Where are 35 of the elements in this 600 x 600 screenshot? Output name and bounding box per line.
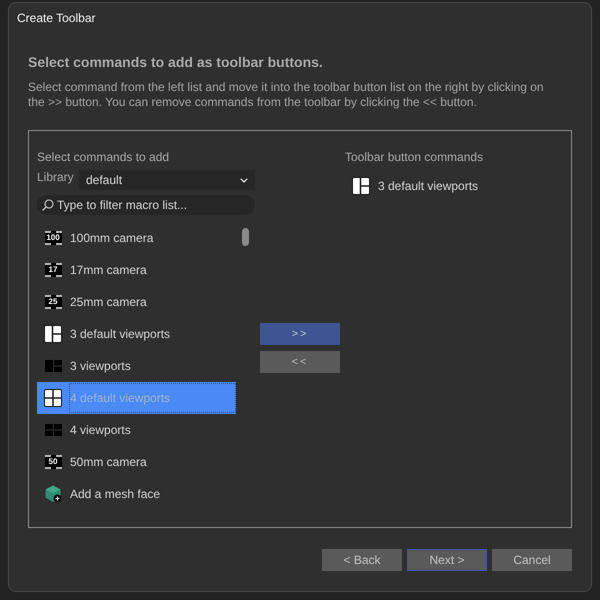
toolbar-command-item[interactable]: 3 default viewports: [345, 176, 482, 196]
scrollbar-thumb[interactable]: [242, 228, 249, 246]
heading: Select commands to add as toolbar buttons.: [28, 53, 323, 71]
four-pane-layout-icon: [44, 389, 62, 407]
film-frame-badge: 100: [44, 231, 62, 245]
description-text: Select command from the left list and move it into the toolbar button list on the right by clicking on the >> button. You can remove commands from the toolbar by clicking the << button.: [28, 80, 545, 110]
back-button[interactable]: < Back: [322, 549, 402, 571]
three-pane-layout-icon: [352, 177, 370, 195]
library-label: Library: [37, 170, 74, 185]
cancel-button[interactable]: Cancel: [492, 549, 572, 571]
command-list-item[interactable]: 25 25mm camera: [37, 286, 236, 318]
section-label: Toolbar button commands: [345, 150, 484, 165]
film-frame-badge: 25: [44, 295, 62, 309]
remove-button[interactable]: <<: [260, 351, 340, 373]
chevron-down-icon: [240, 178, 248, 182]
command-list-item[interactable]: 4 viewports: [37, 414, 236, 446]
command-list-item[interactable]: 3 viewports: [37, 350, 236, 382]
command-list-item[interactable]: Add a mesh face: [37, 478, 236, 510]
window-title: Create Toolbar: [17, 10, 96, 26]
film-frame-badge: 50: [44, 455, 62, 469]
three-pane-layout-icon: [44, 360, 62, 372]
command-list-item[interactable]: 17 17mm camera: [37, 254, 236, 286]
three-pane-layout-icon: [44, 325, 62, 343]
search-icon: [42, 199, 54, 211]
filter-field[interactable]: Type to filter macro list...: [37, 195, 255, 215]
next-button[interactable]: Next >: [407, 549, 487, 571]
command-list-item[interactable]: 100 100mm camera: [37, 222, 236, 254]
add-button[interactable]: >>: [260, 323, 340, 345]
four-pane-layout-icon: [44, 424, 62, 436]
command-list-item[interactable]: 50 50mm camera: [37, 446, 236, 478]
library-dropdown[interactable]: default: [79, 170, 255, 190]
film-frame-badge: 17: [44, 263, 62, 277]
cube-plus-icon: [44, 485, 62, 503]
command-list-item[interactable]: 3 default viewports: [37, 318, 236, 350]
section-label: Select commands to add: [37, 150, 170, 165]
